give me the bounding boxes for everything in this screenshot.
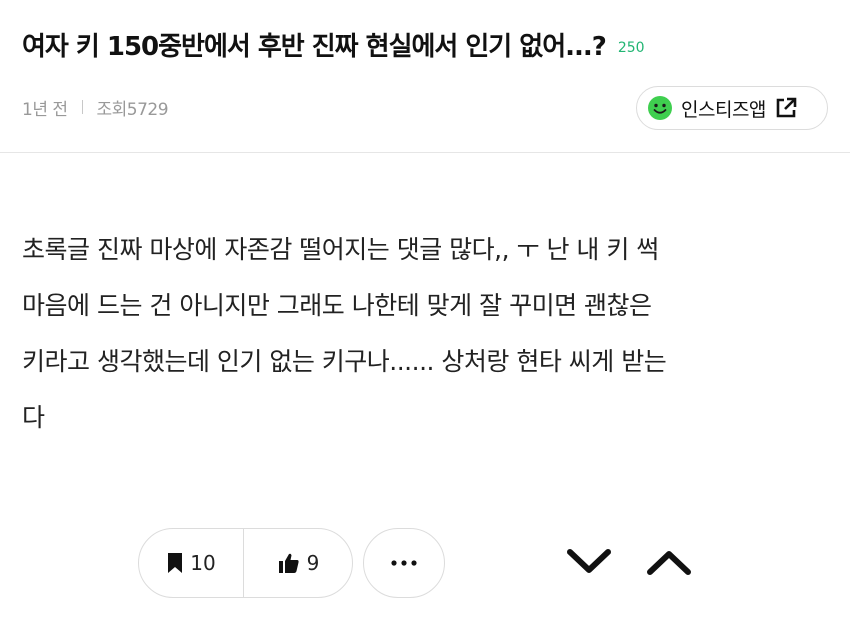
prev-post-button[interactable] [644,540,694,584]
post-body-line: 다 [22,403,45,432]
chevron-up-icon [647,551,691,575]
view-count: 조회5729 [96,99,169,120]
next-post-button[interactable] [564,540,614,584]
post-time: 1년 전 [22,99,68,120]
post-meta: 1년 전 조회5729 [22,94,169,120]
reaction-pill: 10 9 [138,528,353,598]
post-body-line: 키라고 생각했는데 인기 없는 키구나...... 상처랑 현타 씨게 받는 [22,347,667,376]
post-body-line: 초록글 진짜 마상에 자존감 떨어지는 댓글 많다,, ㅜ 난 내 키 썩 [22,235,659,264]
like-count: 9 [306,551,320,575]
open-app-button[interactable]: 인스티즈앱 [636,86,828,130]
post-navigation [564,540,694,584]
meta-divider [81,100,83,114]
post-actions: 10 9 [138,528,445,598]
smiley-icon [648,96,672,120]
post-title: 여자 키 150중반에서 후반 진짜 현실에서 인기 없어...? [22,31,607,62]
bookmark-icon [168,553,183,573]
scrap-button[interactable]: 10 [139,529,243,597]
scrap-count: 10 [190,551,216,575]
chevron-down-icon [567,549,611,573]
like-button[interactable]: 9 [243,529,352,597]
external-link-icon [776,97,797,118]
header-divider [0,152,850,153]
post-body: 초록글 진짜 마상에 자존감 떨어지는 댓글 많다,, ㅜ 난 내 키 썩 마음… [22,222,830,446]
more-button[interactable] [363,528,445,598]
open-app-label: 인스티즈앱 [681,98,766,121]
post-body-line: 마음에 드는 건 아니지만 그래도 나한테 맞게 잘 꾸미면 괜찮은 [22,291,652,320]
comment-count[interactable]: 250 [618,40,645,56]
post-title-row: 여자 키 150중반에서 후반 진짜 현실에서 인기 없어...? 250 [22,22,830,66]
thumbs-up-icon [278,553,299,573]
more-dots-icon [391,560,417,566]
